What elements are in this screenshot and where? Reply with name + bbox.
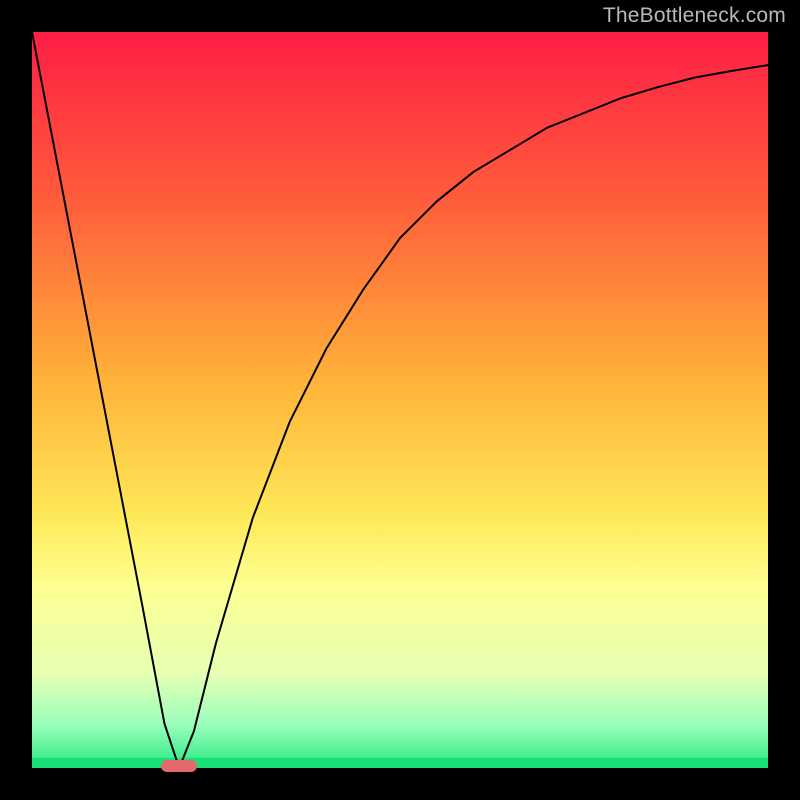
minimum-marker bbox=[161, 760, 197, 772]
chart-frame: TheBottleneck.com bbox=[0, 0, 800, 800]
bottleneck-curve bbox=[32, 32, 768, 768]
watermark-text: TheBottleneck.com bbox=[603, 4, 786, 28]
curve-path bbox=[32, 32, 768, 768]
